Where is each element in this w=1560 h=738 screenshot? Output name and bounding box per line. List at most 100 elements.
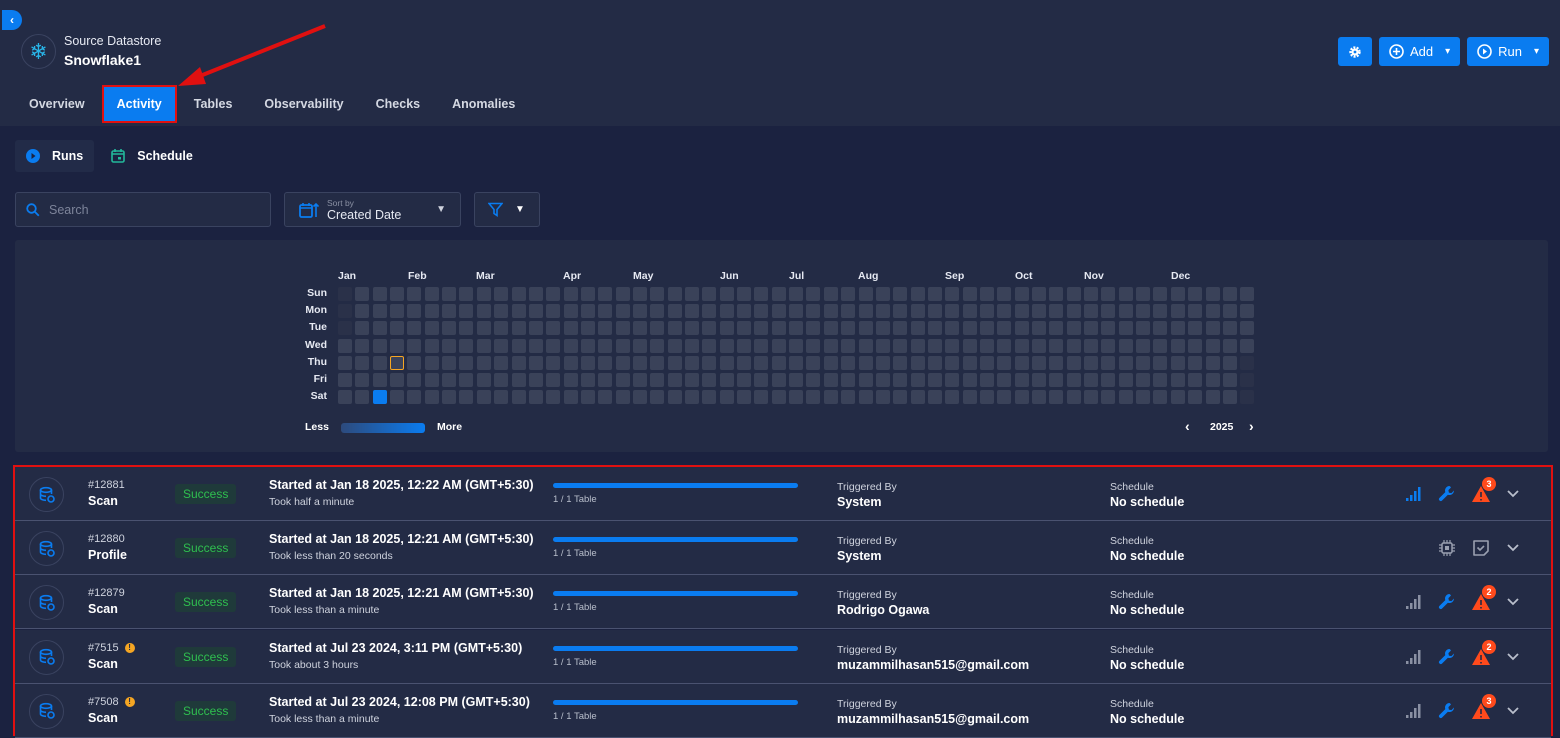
heatmap-day-2025-06-09[interactable]: [737, 304, 752, 319]
heatmap-day-2025-12-21[interactable]: [1222, 287, 1237, 301]
heatmap-day-2025-05-04[interactable]: [650, 287, 665, 301]
expand-chevron-icon[interactable]: [1502, 646, 1524, 668]
heatmap-day-2025-05-22[interactable]: [685, 355, 699, 370]
heatmap-day-2025-10-18[interactable]: [1049, 390, 1064, 405]
heatmap-day-2025-05-12[interactable]: [667, 304, 682, 319]
heatmap-day-2025-05-15[interactable]: [667, 355, 682, 370]
heatmap-day-2025-06-18[interactable]: [754, 338, 769, 353]
heatmap-day-2025-06-26[interactable]: [771, 355, 786, 370]
heatmap-day-2025-10-10[interactable]: [1032, 373, 1046, 387]
heatmap-day-2025-07-23[interactable]: [841, 338, 856, 353]
heatmap-day-2025-02-23[interactable]: [476, 287, 491, 301]
heatmap-day-2025-10-31[interactable]: [1084, 373, 1099, 387]
heatmap-day-2025-11-20[interactable]: [1136, 355, 1151, 370]
subtab-schedule[interactable]: Schedule: [100, 140, 204, 172]
heatmap-day-2025-12-25[interactable]: [1222, 355, 1237, 370]
heatmap-day-2025-01-13[interactable]: [372, 304, 387, 319]
heatmap-day-2025-02-18[interactable]: [459, 321, 474, 336]
heatmap-day-2025-07-13[interactable]: [823, 287, 838, 301]
heatmap-day-2025-02-22[interactable]: [459, 390, 474, 405]
heatmap-day-2025-12-14[interactable]: [1205, 287, 1220, 301]
heatmap-day-2025-11-03[interactable]: [1101, 304, 1116, 319]
sort-dropdown[interactable]: Sort by Created Date ▼: [284, 192, 461, 227]
heatmap-day-2025-10-08[interactable]: [1032, 338, 1046, 353]
heatmap-day-2025-01-14[interactable]: [372, 321, 387, 336]
heatmap-day-2025-05-02[interactable]: [632, 373, 647, 387]
heatmap-day-2025-08-21[interactable]: [910, 355, 925, 370]
heatmap-day-2025-08-10[interactable]: [893, 287, 908, 301]
heatmap-day-2025-01-26[interactable]: [407, 287, 422, 301]
heatmap-day-2025-08-02[interactable]: [858, 390, 873, 405]
heatmap-day-2025-04-20[interactable]: [615, 287, 630, 301]
heatmap-day-2025-01-21[interactable]: [390, 321, 405, 336]
heatmap-day-2025-05-03[interactable]: [632, 390, 647, 405]
heatmap-day-2025-03-12[interactable]: [511, 338, 526, 353]
heatmap-day-2025-12-30[interactable]: [1240, 321, 1255, 336]
heatmap-day-2025-10-13[interactable]: [1049, 304, 1064, 319]
heatmap-day-2025-07-14[interactable]: [823, 304, 838, 319]
heatmap-day-2025-09-15[interactable]: [979, 304, 994, 319]
heatmap-day-2025-03-01[interactable]: [476, 390, 491, 405]
heatmap-day-2025-10-07[interactable]: [1032, 321, 1046, 336]
heatmap-day-2025-05-08[interactable]: [650, 355, 665, 370]
heatmap-day-2025-10-09[interactable]: [1032, 355, 1046, 370]
heatmap-day-2025-08-29[interactable]: [927, 373, 942, 387]
heatmap-day-2025-04-21[interactable]: [615, 304, 630, 319]
heatmap-day-2025-02-05[interactable]: [424, 338, 439, 353]
heatmap-day-2025-03-11[interactable]: [511, 321, 526, 336]
heatmap-day-2025-05-31[interactable]: [702, 390, 717, 405]
heatmap-day-2025-08-31[interactable]: [945, 287, 960, 301]
heatmap-day-2025-03-24[interactable]: [546, 304, 561, 319]
heatmap-day-2025-10-04[interactable]: [1014, 390, 1029, 405]
heatmap-day-2025-10-02[interactable]: [1014, 355, 1029, 370]
heatmap-day-2025-12-15[interactable]: [1205, 304, 1220, 319]
heatmap-day-2025-07-20[interactable]: [841, 287, 856, 301]
heatmap-day-2025-12-20[interactable]: [1205, 390, 1220, 405]
heatmap-day-2025-07-05[interactable]: [789, 390, 804, 405]
heatmap-day-2025-04-22[interactable]: [615, 321, 630, 336]
heatmap-day-2025-12-22[interactable]: [1222, 304, 1237, 319]
heatmap-day-2025-10-28[interactable]: [1084, 321, 1099, 336]
heatmap-day-2025-12-05[interactable]: [1170, 373, 1185, 387]
heatmap-day-2025-12-19[interactable]: [1205, 373, 1220, 387]
heatmap-day-2025-12-08[interactable]: [1188, 304, 1203, 319]
heatmap-day-2025-10-05[interactable]: [1032, 287, 1046, 301]
heatmap-day-2025-06-28[interactable]: [771, 390, 786, 405]
heatmap-day-2025-11-02[interactable]: [1101, 287, 1116, 301]
heatmap-day-2025-07-04[interactable]: [789, 373, 804, 387]
heatmap-day-2025-08-18[interactable]: [910, 304, 925, 319]
heatmap-day-2025-05-29[interactable]: [702, 355, 717, 370]
heatmap-day-2025-04-04[interactable]: [563, 373, 578, 387]
heatmap-day-2025-04-26[interactable]: [615, 390, 630, 405]
heatmap-day-2025-10-06[interactable]: [1032, 304, 1046, 319]
heatmap-day-2025-06-19[interactable]: [754, 355, 769, 370]
heatmap-day-2025-07-16[interactable]: [823, 338, 838, 353]
heatmap-day-2025-08-17[interactable]: [910, 287, 925, 301]
heatmap-day-2025-12-06[interactable]: [1170, 390, 1185, 405]
tab-activity[interactable]: Activity: [101, 85, 177, 123]
tab-observability[interactable]: Observability: [251, 87, 356, 121]
heatmap-day-2025-01-31[interactable]: [407, 373, 422, 387]
heatmap-day-2025-10-12[interactable]: [1049, 287, 1064, 301]
heatmap-day-2025-11-04[interactable]: [1101, 321, 1116, 336]
heatmap-day-2025-01-18[interactable]: [372, 390, 387, 405]
heatmap-day-2025-09-04[interactable]: [945, 355, 960, 370]
heatmap-day-2025-09-29[interactable]: [1014, 304, 1029, 319]
heatmap-day-2025-12-26[interactable]: [1222, 373, 1237, 387]
heatmap-day-2025-02-06[interactable]: [424, 355, 439, 370]
heatmap-day-2025-08-08[interactable]: [875, 373, 890, 387]
run-row[interactable]: #7515! Scan Success Started at Jul 23 20…: [15, 629, 1551, 684]
heatmap-day-2025-08-15[interactable]: [893, 373, 908, 387]
heatmap-day-2025-07-08[interactable]: [806, 321, 821, 336]
heatmap-day-2025-07-19[interactable]: [823, 390, 838, 405]
heatmap-day-2025-09-25[interactable]: [997, 355, 1012, 370]
heatmap-day-2025-01-12[interactable]: [372, 287, 387, 301]
heatmap-day-2025-06-11[interactable]: [737, 338, 752, 353]
heatmap-day-2025-05-06[interactable]: [650, 321, 665, 336]
heatmap-day-2025-12-27[interactable]: [1222, 390, 1237, 405]
heatmap-day-2025-02-20[interactable]: [459, 355, 474, 370]
heatmap-day-2025-07-17[interactable]: [823, 355, 838, 370]
heatmap-day-2025-08-14[interactable]: [893, 355, 908, 370]
heatmap-day-2025-04-13[interactable]: [598, 287, 613, 301]
heatmap-day-2025-11-11[interactable]: [1118, 321, 1133, 336]
